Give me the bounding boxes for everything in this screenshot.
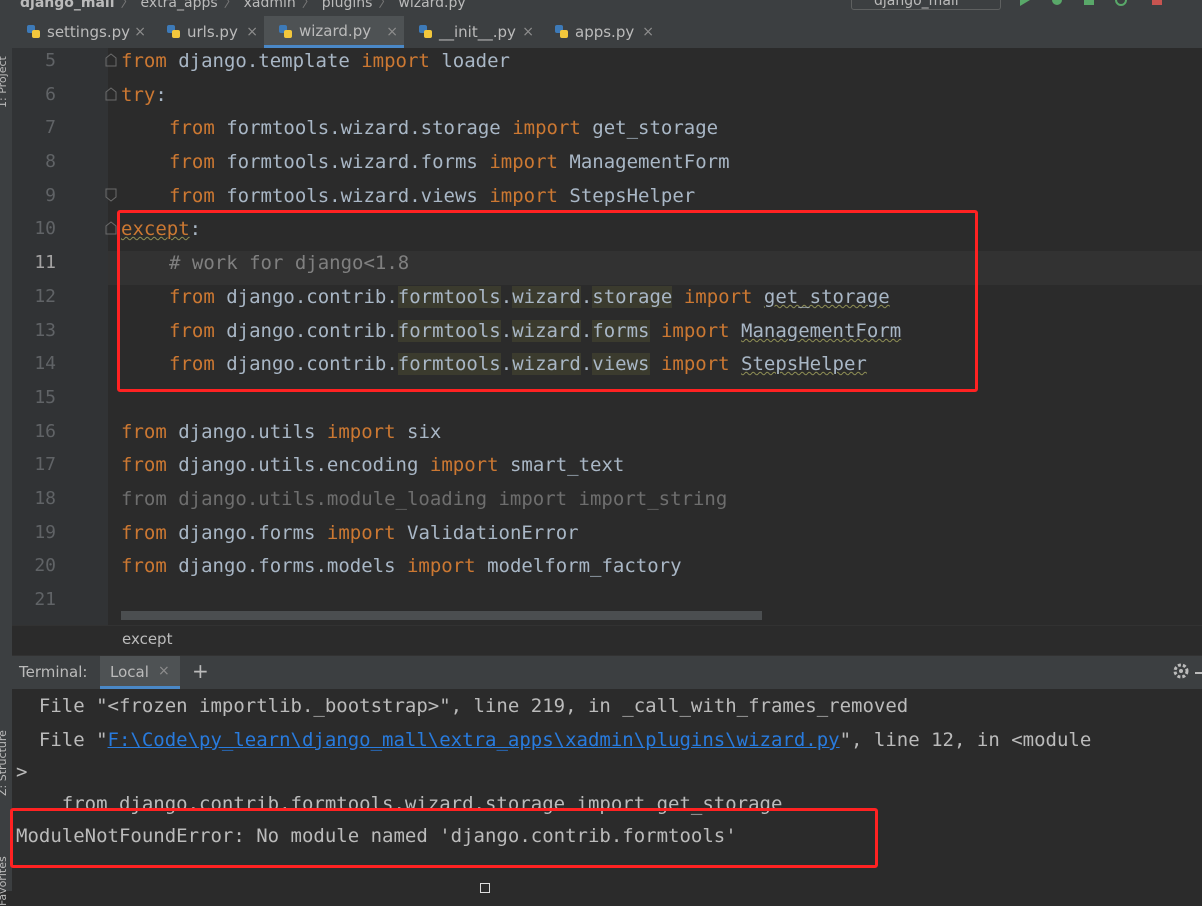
breadcrumb-item[interactable]: xadmin <box>244 0 296 11</box>
minimize-icon[interactable] <box>1195 672 1202 674</box>
tab-label: apps.py <box>575 23 635 41</box>
tab-label: __init__.py <box>439 23 516 41</box>
breadcrumb-item[interactable]: django_mall <box>20 0 115 11</box>
line-number-current: 11 <box>34 252 56 273</box>
tab-local-terminal[interactable]: Local × <box>100 656 180 689</box>
code-line-8: from formtools.wizard.forms import Manag… <box>169 151 730 173</box>
tab-label: settings.py <box>47 23 130 41</box>
debug-icon[interactable] <box>1050 0 1064 6</box>
python-file-icon <box>555 25 568 38</box>
editor-breadcrumb: except <box>12 625 1202 656</box>
add-terminal-button[interactable]: + <box>192 659 209 683</box>
line-number: 16 <box>34 421 56 442</box>
fold-marker-icon[interactable] <box>105 87 117 101</box>
tab-label: urls.py <box>187 23 238 41</box>
run-configuration-select[interactable]: django_mall <box>851 0 1001 10</box>
tab-label: Local <box>110 663 149 681</box>
terminal-line: File "<frozen importlib._bootstrap>", li… <box>16 695 909 717</box>
python-file-icon <box>419 25 432 38</box>
code-line-20: from django.forms.models import modelfor… <box>121 555 682 577</box>
navigation-bar: django_mall 〉 extra_apps 〉 xadmin 〉 plugins 〉 wi… <box>0 0 1202 16</box>
fold-marker-icon[interactable] <box>105 221 117 235</box>
python-file-icon <box>27 25 40 38</box>
close-icon[interactable]: × <box>246 24 258 40</box>
line-number: 7 <box>45 117 56 138</box>
tab-settings-py[interactable]: settings.py × <box>12 16 152 48</box>
close-icon[interactable]: × <box>158 663 170 679</box>
code-line-6: try: <box>121 84 167 106</box>
close-icon[interactable]: × <box>386 24 398 40</box>
line-number: 21 <box>34 589 56 610</box>
line-number: 17 <box>34 454 56 475</box>
close-icon[interactable]: × <box>522 24 534 40</box>
python-file-icon <box>279 25 292 38</box>
code-line-17: from django.utils.encoding import smart_… <box>121 454 625 476</box>
breadcrumb-item[interactable]: except <box>122 630 172 648</box>
tab-urls-py[interactable]: urls.py × <box>152 16 264 48</box>
tab-label: wizard.py <box>299 21 372 40</box>
breadcrumb-item[interactable]: wizard.py <box>398 0 465 11</box>
structure-tool-button[interactable]: Z: Structure <box>0 730 9 796</box>
coverage-icon[interactable] <box>1082 0 1096 6</box>
line-number: 14 <box>34 353 56 374</box>
profile-icon[interactable] <box>1114 0 1128 6</box>
line-number-gutter: 5 6 7 8 9 10 11 12 13 14 15 16 17 18 19 … <box>12 48 108 625</box>
code-line-7: from formtools.wizard.storage import get… <box>169 117 719 139</box>
code-line-5: from django.template import loader <box>121 50 510 72</box>
line-number: 20 <box>34 555 56 576</box>
close-icon[interactable]: × <box>642 24 654 40</box>
fold-marker-icon[interactable] <box>105 188 117 202</box>
line-number: 5 <box>45 50 56 71</box>
line-number: 8 <box>45 151 56 172</box>
file-link[interactable]: F:\Code\py_learn\django_mall\extra_apps\… <box>108 729 840 751</box>
breadcrumb: django_mall 〉 extra_apps 〉 xadmin 〉 plugins 〉 wi… <box>20 0 466 12</box>
run-icon[interactable] <box>1018 0 1032 6</box>
breadcrumb-item[interactable]: plugins <box>322 0 373 11</box>
line-number: 12 <box>34 286 56 307</box>
code-line-16: from django.utils import six <box>121 421 442 443</box>
favorites-tool-button[interactable]: Favorites <box>0 856 9 906</box>
line-number: 18 <box>34 488 56 509</box>
gear-icon[interactable] <box>1172 662 1190 680</box>
line-number: 19 <box>34 522 56 543</box>
fold-marker-icon[interactable] <box>105 53 117 67</box>
tab-init-py[interactable]: __init__.py × <box>404 16 540 48</box>
line-number: 15 <box>34 387 56 408</box>
terminal-title: Terminal: <box>19 663 88 681</box>
tab-apps-py[interactable]: apps.py × <box>540 16 660 48</box>
project-tool-button[interactable]: 1: Project <box>0 56 9 108</box>
editor-tab-bar: settings.py × urls.py × wizard.py × __in… <box>12 16 1202 49</box>
python-file-icon <box>167 25 180 38</box>
code-line-9: from formtools.wizard.views import Steps… <box>169 185 696 207</box>
breadcrumb-item[interactable]: extra_apps <box>141 0 218 11</box>
line-number: 10 <box>34 218 56 239</box>
stop-icon[interactable] <box>1150 0 1164 6</box>
code-line-18: from django.utils.module_loading import … <box>121 488 728 510</box>
terminal-line: File "F:\Code\py_learn\django_mall\extra… <box>16 729 1092 751</box>
line-number: 9 <box>45 185 56 206</box>
terminal-line: > <box>16 761 28 783</box>
horizontal-scrollbar[interactable] <box>121 611 762 620</box>
close-icon[interactable]: × <box>134 24 146 40</box>
text-cursor <box>480 883 490 893</box>
line-number: 13 <box>34 320 56 341</box>
terminal-header: Terminal: Local × + <box>12 655 1202 689</box>
annotation-box <box>117 210 978 392</box>
line-number: 6 <box>45 84 56 105</box>
tab-wizard-py[interactable]: wizard.py × <box>264 16 404 48</box>
code-line-19: from django.forms import ValidationError <box>121 522 579 544</box>
annotation-box <box>10 808 878 868</box>
